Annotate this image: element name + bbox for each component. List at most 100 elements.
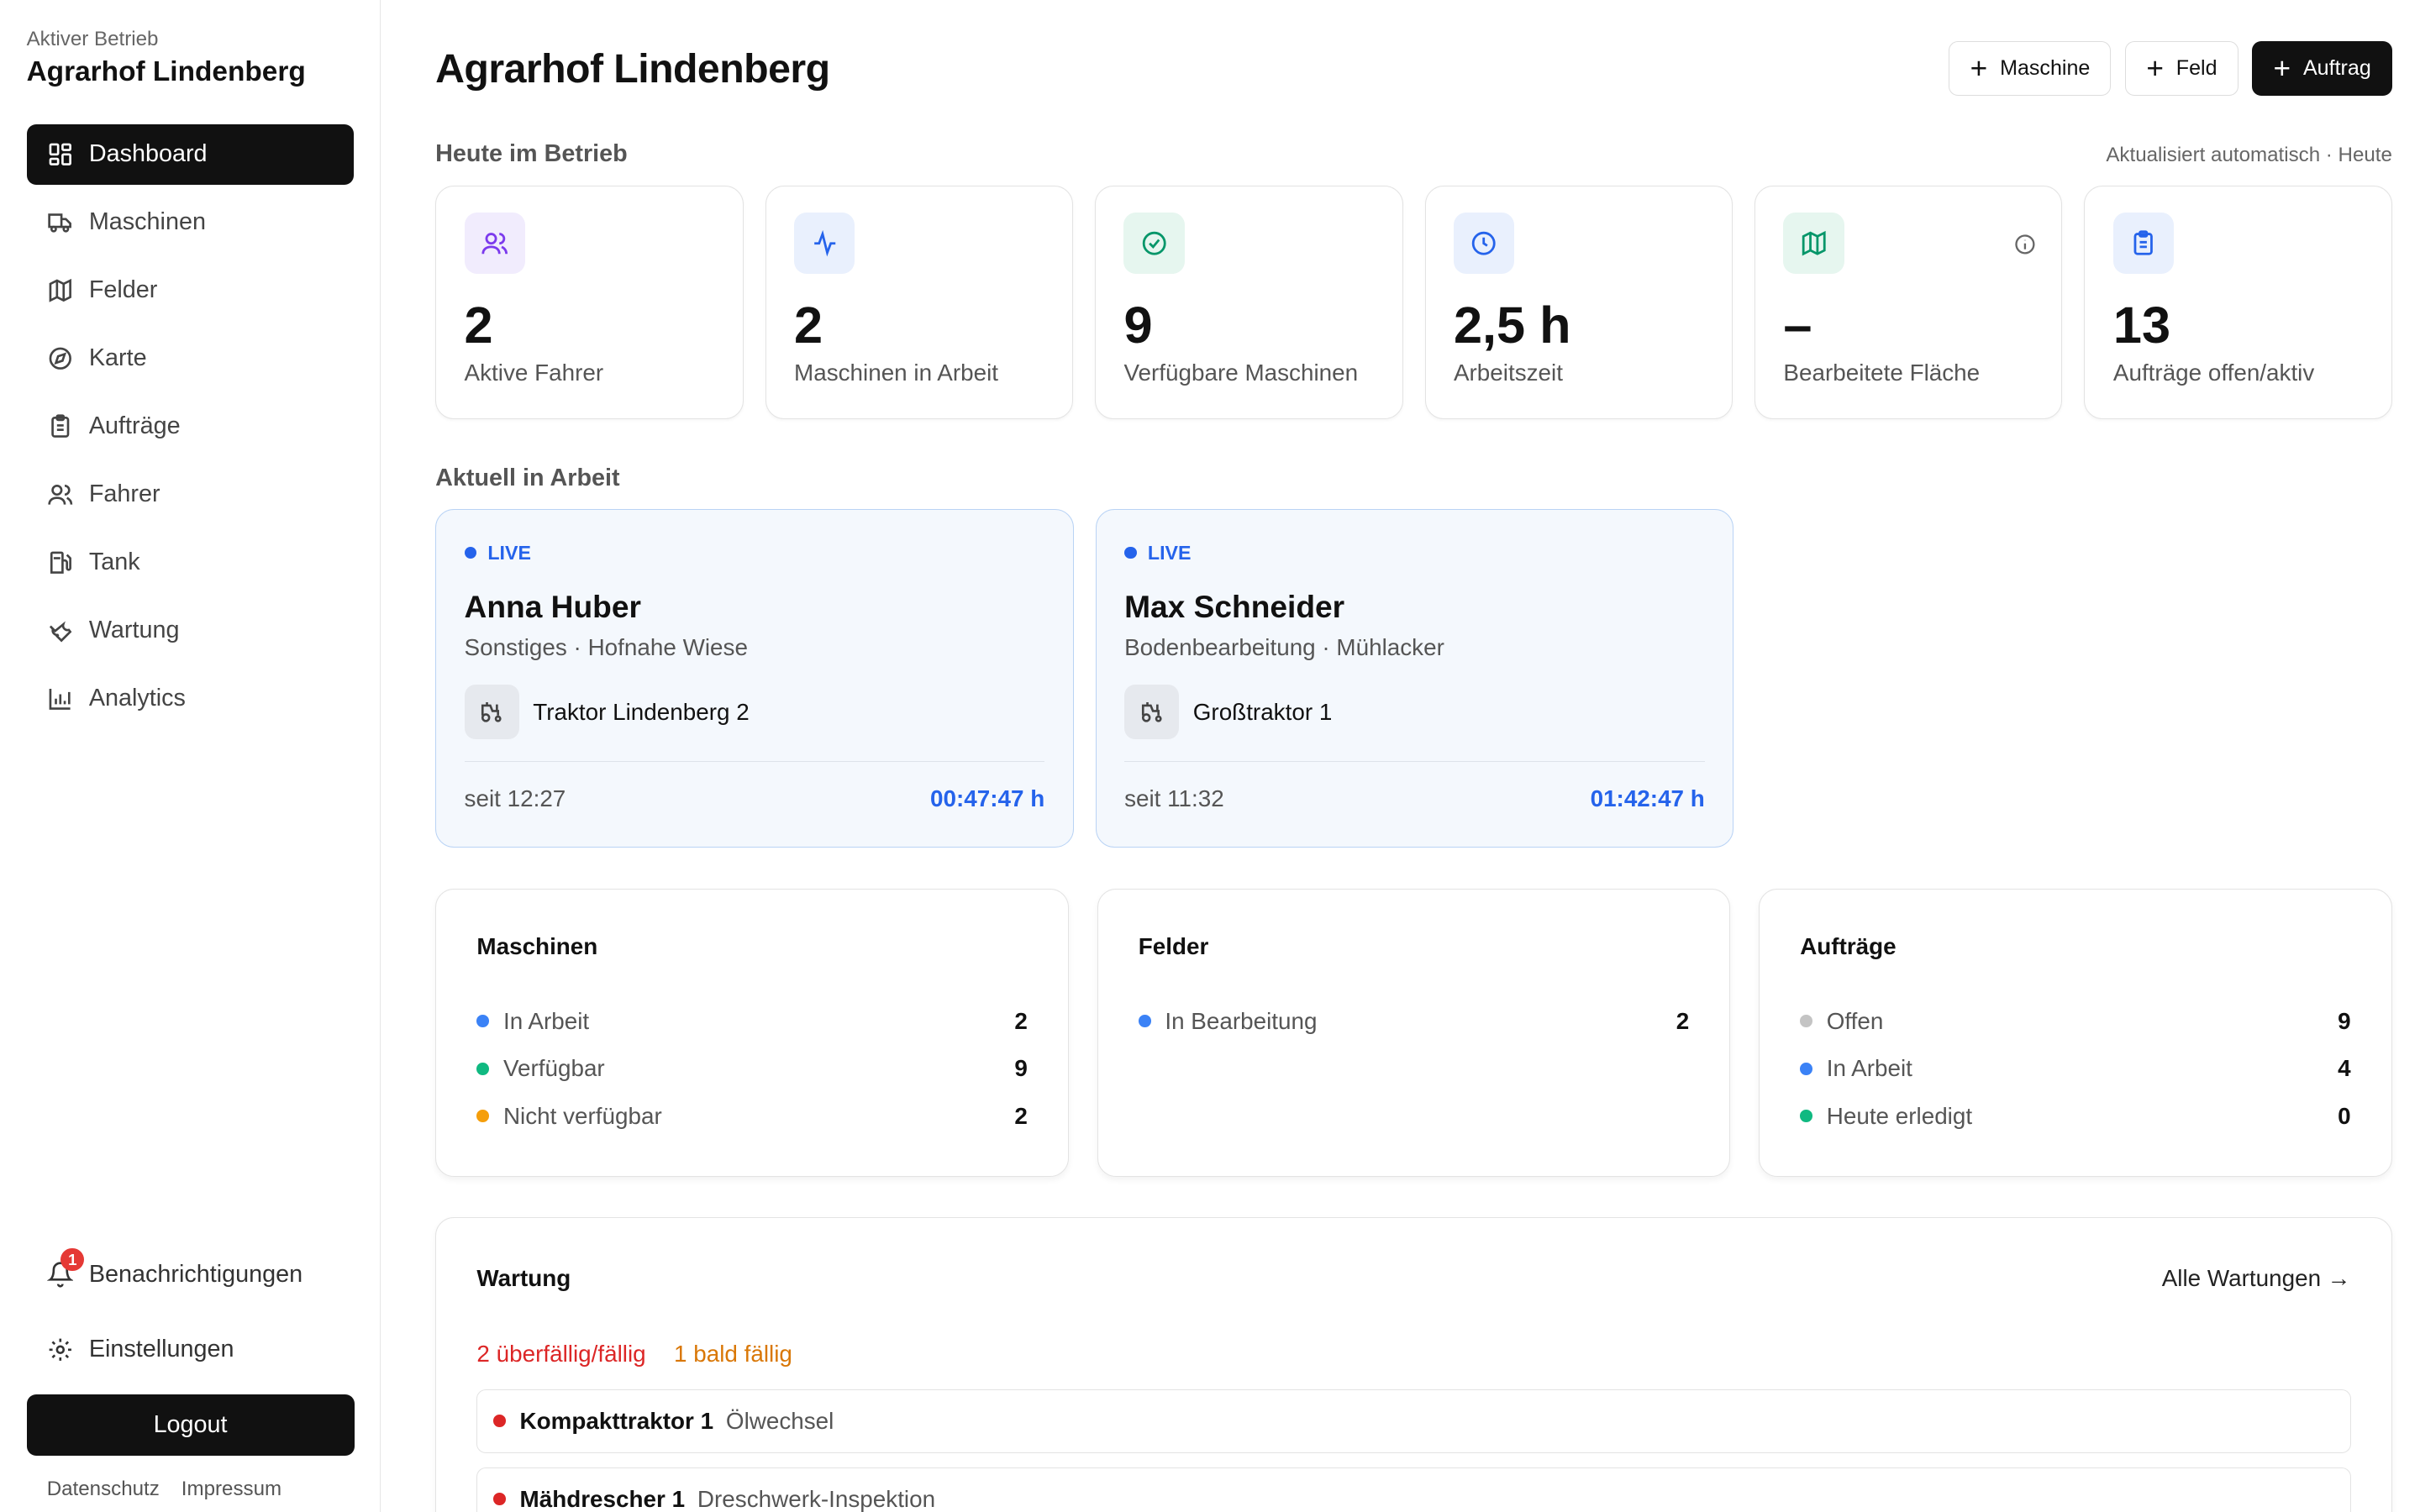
check-circle-icon bbox=[1142, 231, 1166, 255]
sidebar-item-wartung[interactable]: Wartung bbox=[27, 600, 354, 660]
status-dot bbox=[1800, 1015, 1813, 1027]
overdue-count: 2 überfällig/fällig bbox=[476, 1340, 646, 1367]
sidebar-item-tank[interactable]: Tank bbox=[27, 532, 354, 592]
summary-row-label: Verfügbar bbox=[502, 1055, 605, 1082]
summary-card-machines[interactable]: Maschinen In Arbeit 2 Verfügbar 9 Nicht ve… bbox=[435, 888, 1070, 1178]
stat-icon-badge bbox=[464, 213, 525, 274]
summary-row: Nicht verfügbar 2 bbox=[476, 1092, 1028, 1140]
maintenance-title: Wartung bbox=[476, 1265, 571, 1292]
summary-row-label: Heute erledigt bbox=[1826, 1102, 1973, 1129]
settings-link[interactable]: Einstellungen bbox=[27, 1320, 355, 1379]
stat-icon-badge bbox=[794, 213, 855, 274]
job-timer: 00:47:47 h bbox=[930, 785, 1045, 812]
live-badge: LIVE bbox=[1124, 542, 1705, 564]
summary-row-label: In Arbeit bbox=[502, 1007, 590, 1034]
summary-title: Felder bbox=[1138, 932, 1209, 959]
sidebar-item-felder[interactable]: Felder bbox=[27, 260, 354, 321]
sidebar-item-karte[interactable]: Karte bbox=[27, 328, 354, 389]
due-soon-count: 1 bald fällig bbox=[674, 1340, 792, 1367]
summary-row-label: In Bearbeitung bbox=[1165, 1007, 1318, 1034]
summary-list: In Bearbeitung 2 bbox=[1138, 997, 1689, 1045]
summary-row: In Arbeit 4 bbox=[1800, 1045, 2351, 1093]
info-icon[interactable] bbox=[2013, 233, 2037, 256]
summary-card-fields[interactable]: Felder In Bearbeitung 2 bbox=[1097, 888, 1731, 1178]
status-dot bbox=[1138, 1015, 1151, 1027]
status-dot bbox=[476, 1015, 490, 1027]
farm-switcher[interactable]: Aktiver Betrieb Agrarhof Lindenberg bbox=[0, 0, 380, 88]
sidebar-item-analytics[interactable]: Analytics bbox=[27, 668, 354, 728]
logout-button[interactable]: Logout bbox=[26, 1394, 355, 1456]
stat-label: Aktive Fahrer bbox=[464, 359, 604, 386]
imprint-link[interactable]: Impressum bbox=[182, 1478, 281, 1501]
auto-update-note: Aktualisiert automatisch · Heute bbox=[2106, 144, 2392, 167]
maintenance-counts: 2 überfällig/fällig 1 bald fällig bbox=[476, 1341, 2350, 1368]
clipboard-icon bbox=[50, 414, 70, 438]
job-activity-field: Bodenbearbeitung · Mühlacker bbox=[1124, 634, 1444, 661]
driver-name: Max Schneider bbox=[1124, 589, 1345, 625]
stat-label: Arbeitszeit bbox=[1453, 359, 1563, 386]
sidebar-item-label: Maschinen bbox=[88, 208, 206, 236]
summary-row: Offen 9 bbox=[1800, 997, 2351, 1045]
privacy-link[interactable]: Datenschutz bbox=[47, 1478, 160, 1501]
sidebar-item-label: Analytics bbox=[88, 685, 186, 712]
stat-label: Verfügbare Maschinen bbox=[1123, 359, 1359, 386]
stat-label: Maschinen in Arbeit bbox=[794, 359, 999, 386]
plus-icon: + bbox=[1970, 52, 1988, 86]
machine-name: Großtraktor 1 bbox=[1192, 698, 1333, 725]
notification-count-badge: 1 bbox=[60, 1247, 85, 1272]
notifications-label: Benachrichtigungen bbox=[88, 1260, 303, 1288]
sidebar-item-auftraege[interactable]: Aufträge bbox=[27, 396, 354, 457]
job-activity-field: Sonstiges · Hofnahe Wiese bbox=[464, 634, 748, 661]
plus-icon: + bbox=[2146, 52, 2164, 86]
summary-title: Aufträge bbox=[1800, 932, 1897, 959]
add-order-button[interactable]: + Auftrag bbox=[2252, 41, 2392, 97]
status-dot bbox=[1800, 1062, 1813, 1075]
summary-row-value: 2 bbox=[1014, 1007, 1028, 1034]
stat-value: 13 bbox=[2112, 296, 2171, 354]
job-footer: seit 11:32 01:42:47 h bbox=[1124, 761, 1705, 812]
maintenance-item[interactable]: Mähdrescher 1 Dreschwerk-Inspektion bbox=[476, 1467, 2351, 1512]
clock-icon bbox=[1472, 231, 1497, 255]
add-field-button[interactable]: + Feld bbox=[2125, 41, 2238, 97]
sidebar-item-maschinen[interactable]: Maschinen bbox=[27, 192, 354, 253]
summary-row-label: Offen bbox=[1826, 1007, 1884, 1034]
legal-links: Datenschutz Impressum bbox=[27, 1478, 355, 1501]
users-icon bbox=[481, 232, 508, 254]
sidebar: Aktiver Betrieb Agrarhof Lindenberg Dash… bbox=[0, 0, 381, 1512]
settings-label: Einstellungen bbox=[88, 1335, 234, 1362]
all-maintenance-link[interactable]: Alle Wartungen → bbox=[2162, 1265, 2351, 1292]
today-title: Heute im Betrieb bbox=[435, 140, 628, 168]
stat-icon-badge bbox=[1123, 213, 1185, 274]
job-start-time: seit 12:27 bbox=[464, 785, 566, 812]
stat-label: Bearbeitete Fläche bbox=[1783, 359, 1981, 386]
job-timer: 01:42:47 h bbox=[1590, 785, 1705, 812]
status-dot bbox=[492, 1415, 506, 1428]
stat-card-available-machines: 9 Verfügbare Maschinen bbox=[1095, 185, 1403, 420]
summary-card-orders[interactable]: Aufträge Offen 9 In Arbeit 4 Heute erledig… bbox=[1758, 888, 2392, 1178]
summary-row-value: 2 bbox=[1014, 1102, 1028, 1129]
stat-icon-badge bbox=[1453, 213, 1515, 274]
tractor-icon bbox=[1124, 685, 1180, 740]
stat-card-machines-working: 2 Maschinen in Arbeit bbox=[765, 185, 1074, 420]
live-job-card[interactable]: LIVE Anna Huber Sonstiges · Hofnahe Wies… bbox=[435, 509, 1074, 848]
live-job-card[interactable]: LIVE Max Schneider Bodenbearbeitung · Mü… bbox=[1095, 509, 1734, 848]
stat-value: 2 bbox=[794, 296, 823, 354]
machine-name: Traktor Lindenberg 2 bbox=[533, 698, 750, 725]
sidebar-item-fahrer[interactable]: Fahrer bbox=[27, 464, 354, 524]
summary-cards: Maschinen In Arbeit 2 Verfügbar 9 Nicht ve… bbox=[435, 888, 2392, 1178]
maintenance-item[interactable]: Kompakttraktor 1 Ölwechsel bbox=[476, 1389, 2351, 1453]
add-machine-button[interactable]: + Maschine bbox=[1949, 41, 2112, 97]
summary-row-label: In Arbeit bbox=[1826, 1055, 1912, 1082]
sidebar-item-label: Fahrer bbox=[88, 480, 160, 508]
summary-list: Offen 9 In Arbeit 4 Heute erledigt 0 bbox=[1800, 997, 2351, 1140]
sidebar-item-dashboard[interactable]: Dashboard bbox=[26, 123, 354, 186]
page-header: Agrarhof Lindenberg + Maschine + Feld + Auf… bbox=[435, 0, 2392, 137]
summary-row: In Bearbeitung 2 bbox=[1138, 997, 1689, 1045]
stat-value: – bbox=[1783, 296, 1812, 354]
status-dot bbox=[1800, 1110, 1813, 1123]
status-dot bbox=[476, 1110, 490, 1123]
stat-card-open-orders: 13 Aufträge offen/aktiv bbox=[2084, 185, 2392, 420]
summary-row-value: 0 bbox=[2338, 1102, 2351, 1129]
sidebar-item-label: Dashboard bbox=[88, 140, 208, 168]
notifications-link[interactable]: 1 Benachrichtigungen bbox=[27, 1245, 355, 1305]
